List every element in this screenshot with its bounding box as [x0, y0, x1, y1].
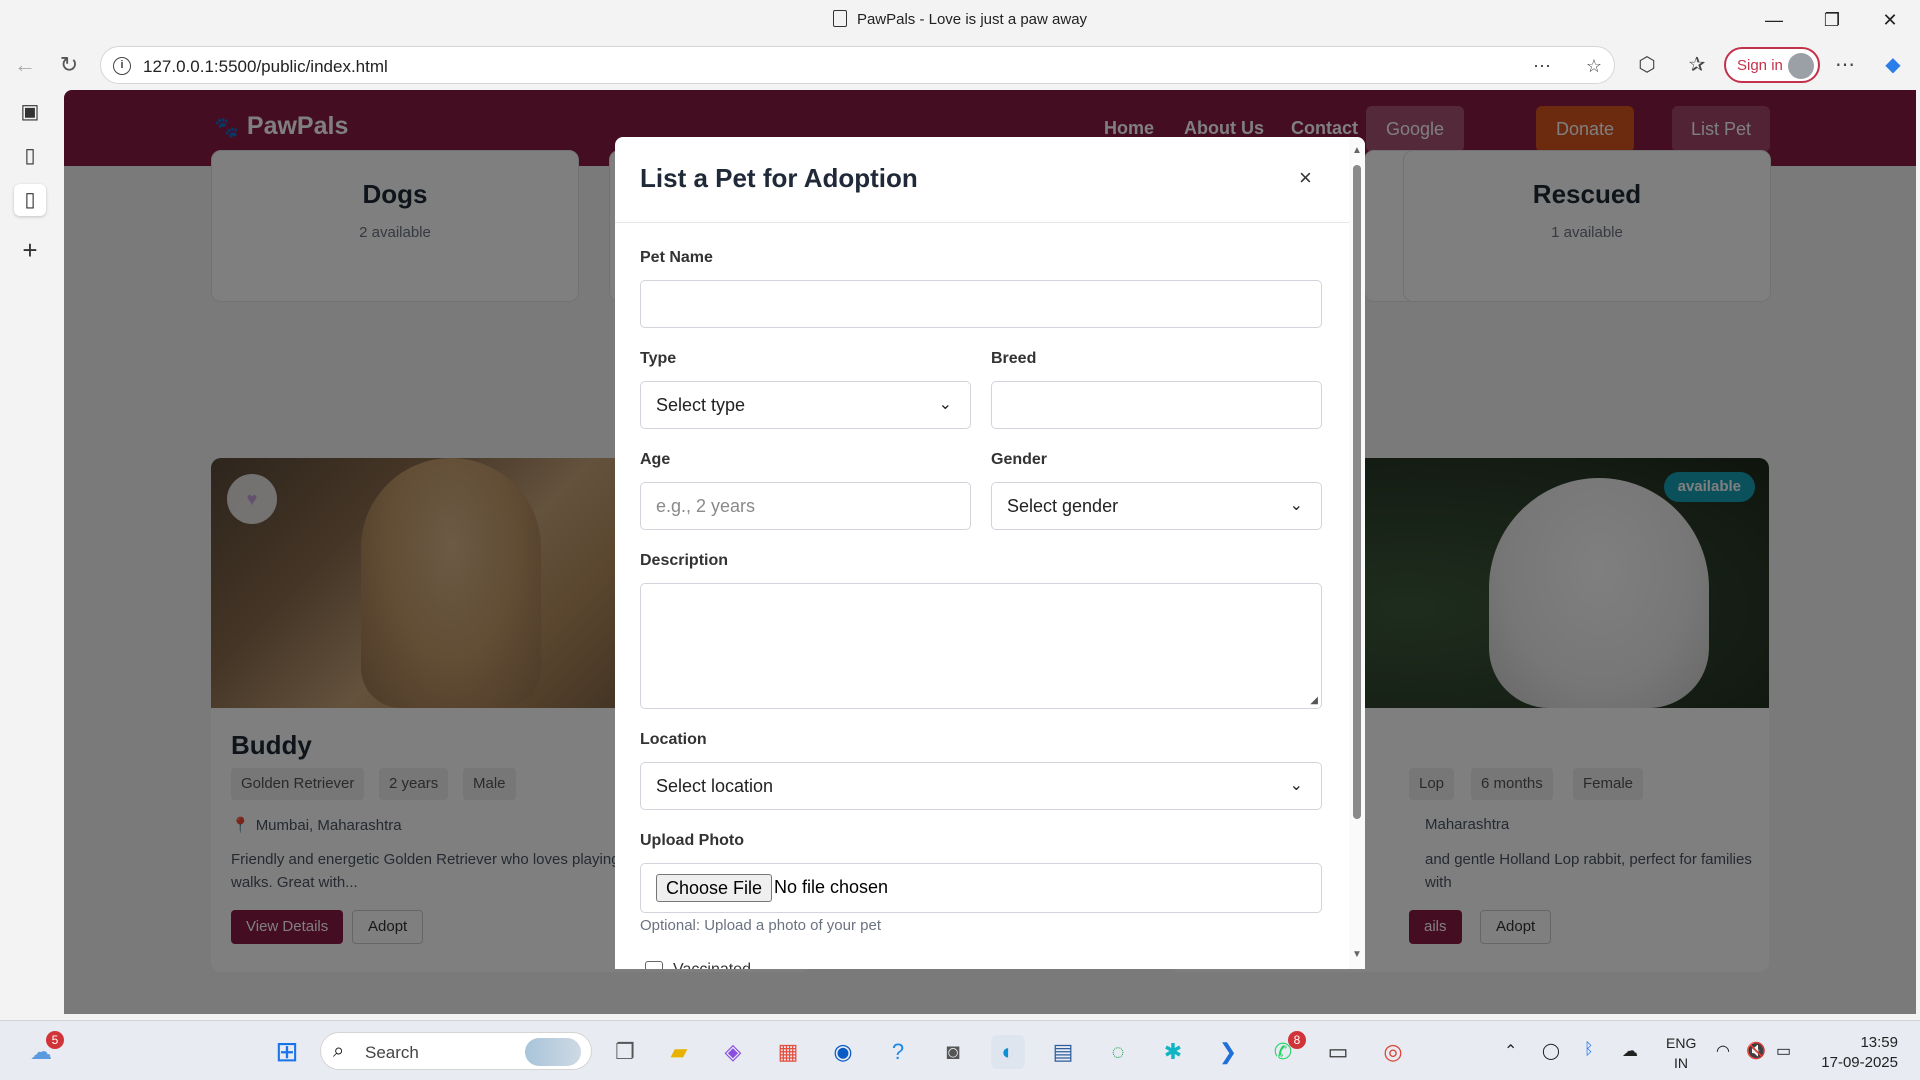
chevron-down-icon: ⌄: [938, 396, 952, 413]
type-label: Type: [640, 350, 677, 367]
favorite-star-icon[interactable]: ☆: [1583, 55, 1605, 77]
gender-label: Gender: [991, 451, 1048, 468]
help-icon[interactable]: ?: [881, 1035, 915, 1069]
document-icon: [832, 10, 847, 27]
progress-app-icon[interactable]: ◌: [1101, 1035, 1135, 1069]
reading-mode-icon[interactable]: ⋯: [1531, 55, 1553, 77]
chevron-down-icon: ⌄: [1289, 777, 1303, 794]
tab-page-active-icon[interactable]: ▯: [14, 184, 46, 216]
whatsapp-badge: 8: [1288, 1031, 1306, 1049]
task-view-icon[interactable]: ❐: [608, 1035, 642, 1069]
terminal-icon[interactable]: ▭: [1321, 1035, 1355, 1069]
vaccinated-checkbox-row[interactable]: Vaccinated: [645, 961, 751, 969]
language-indicator[interactable]: ENG IN: [1666, 1033, 1696, 1073]
copilot-icon[interactable]: ◆: [1878, 50, 1908, 80]
weather-badge: 5: [46, 1031, 64, 1049]
address-bar-row: ← ↻ i 127.0.0.1:5500/public/index.html ⋯…: [0, 42, 1920, 88]
whatsapp-icon[interactable]: ✆ 8: [1266, 1031, 1306, 1069]
scroll-down-arrow-icon[interactable]: ▼: [1352, 949, 1362, 960]
tab-actions-icon[interactable]: ▣: [14, 96, 46, 128]
refresh-icon[interactable]: ↻: [54, 50, 84, 80]
url-text[interactable]: 127.0.0.1:5500/public/index.html: [143, 57, 388, 77]
avatar: [1788, 53, 1814, 79]
modal-title: List a Pet for Adoption: [640, 163, 918, 193]
vaccinated-checkbox[interactable]: [645, 961, 663, 969]
volume-muted-icon[interactable]: 🔇: [1746, 1041, 1766, 1061]
search-icon: ⌕: [333, 1040, 345, 1062]
chrome-icon[interactable]: ◎: [1376, 1035, 1410, 1069]
window-titlebar: PawPals - Love is just a paw away — ❐ ✕: [0, 0, 1920, 40]
taskbar-search[interactable]: ⌕ Search: [320, 1032, 592, 1070]
notepad-icon[interactable]: ▤: [1046, 1035, 1080, 1069]
choose-file-button[interactable]: Choose File: [656, 874, 773, 902]
address-bar[interactable]: i 127.0.0.1:5500/public/index.html ⋯ ☆: [100, 46, 1615, 84]
battery-icon[interactable]: ▭: [1776, 1041, 1791, 1061]
app-icon[interactable]: ✱: [1156, 1035, 1190, 1069]
tray-chevron-icon[interactable]: ⌃: [1504, 1041, 1517, 1061]
upload-photo-label: Upload Photo: [640, 832, 744, 849]
close-window-button[interactable]: ✕: [1870, 6, 1910, 34]
back-icon[interactable]: ←: [10, 50, 40, 80]
description-textarea[interactable]: ◢: [640, 583, 1322, 709]
more-options-icon[interactable]: ⋯: [1830, 50, 1860, 80]
tab-page-icon[interactable]: ▯: [14, 140, 46, 172]
file-status: No file chosen: [774, 877, 889, 897]
type-select[interactable]: Select type ⌄: [640, 381, 971, 429]
window-title: PawPals - Love is just a paw away: [0, 10, 1920, 28]
pet-name-input[interactable]: [640, 280, 1322, 328]
location-select[interactable]: Select location ⌄: [640, 762, 1322, 810]
gender-select[interactable]: Select gender ⌄: [991, 482, 1322, 530]
upload-hint: Optional: Upload a photo of your pet: [640, 917, 881, 934]
restore-button[interactable]: ❐: [1812, 6, 1852, 34]
copilot-app-icon[interactable]: ◈: [716, 1035, 750, 1069]
photo-file-input[interactable]: Choose File No file chosen: [640, 863, 1322, 913]
bluetooth-icon[interactable]: ᛒ: [1584, 1041, 1594, 1059]
sign-in-button[interactable]: Sign in: [1724, 47, 1820, 83]
scroll-up-arrow-icon[interactable]: ▲: [1352, 145, 1362, 156]
new-tab-icon[interactable]: +: [14, 234, 46, 266]
minimize-button[interactable]: —: [1754, 6, 1794, 34]
location-label: Location: [640, 731, 707, 748]
vscode-icon[interactable]: ❯: [1211, 1035, 1245, 1069]
modal-scrollbar[interactable]: ▲ ▼: [1349, 137, 1365, 969]
weather-icon[interactable]: ☁ 5: [24, 1031, 64, 1069]
start-icon[interactable]: ⊞: [270, 1035, 304, 1069]
age-label: Age: [640, 451, 671, 468]
pet-name-label: Pet Name: [640, 249, 713, 266]
breed-label: Breed: [991, 350, 1037, 367]
description-label: Description: [640, 552, 729, 569]
hp-icon[interactable]: ◉: [826, 1035, 860, 1069]
favorites-icon[interactable]: ✰: [1682, 50, 1712, 80]
modal-close-button[interactable]: ×: [1299, 165, 1312, 191]
extensions-icon[interactable]: ⬡: [1632, 50, 1662, 80]
file-explorer-icon[interactable]: ▰: [662, 1035, 696, 1069]
resize-handle-icon[interactable]: ◢: [1310, 695, 1318, 706]
chevron-down-icon: ⌄: [1289, 497, 1303, 514]
tray-app-icon[interactable]: ◯: [1542, 1041, 1560, 1061]
age-input[interactable]: e.g., 2 years: [640, 482, 971, 530]
store-icon[interactable]: ▦: [771, 1035, 805, 1069]
system-clock[interactable]: 13:59 17-09-2025: [1818, 1033, 1898, 1073]
camera-icon[interactable]: ◙: [936, 1035, 970, 1069]
browser-sidebar: ▣ ▯ ▯ +: [0, 88, 60, 1018]
windows-taskbar: ☁ 5 ⊞ ⌕ Search ❐ ▰ ◈ ▦ ◉ ? ◙ ◐ ▤ ◌ ✱ ❯ ✆ 8…: [0, 1020, 1920, 1080]
list-pet-modal: List a Pet for Adoption × Pet Name Type …: [615, 137, 1365, 969]
site-info-icon[interactable]: i: [113, 57, 131, 75]
breed-input[interactable]: [991, 381, 1322, 429]
edge-icon[interactable]: ◐: [991, 1035, 1025, 1069]
scrollbar-thumb[interactable]: [1353, 165, 1361, 819]
modal-header: List a Pet for Adoption ×: [615, 137, 1349, 223]
cloud-icon[interactable]: ☁: [1622, 1041, 1638, 1061]
wifi-icon[interactable]: ◠: [1716, 1041, 1730, 1061]
